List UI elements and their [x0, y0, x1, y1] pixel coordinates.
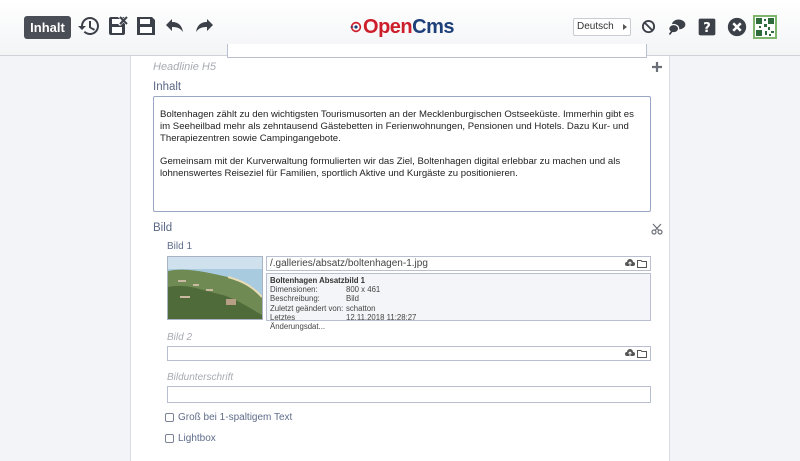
opencms-logo: OpenCms	[350, 13, 454, 41]
bild2-label: Bild 2	[167, 332, 193, 343]
bild-section-label: Bild	[153, 222, 173, 234]
scissors-icon[interactable]	[651, 223, 663, 235]
language-select[interactable]: Deutsch	[573, 18, 631, 36]
coast-aerial-image	[168, 257, 262, 319]
large-text-checkbox-label: Groß bei 1-spaltigem Text	[178, 412, 293, 423]
help-icon[interactable]: ?	[697, 17, 717, 37]
qr-code-icon[interactable]	[753, 15, 777, 39]
previous-field-input[interactable]	[227, 44, 647, 58]
folder-icon[interactable]	[637, 349, 647, 358]
undo-icon[interactable]	[163, 14, 187, 38]
chat-icon[interactable]	[667, 17, 687, 37]
logo-text: OpenCms	[363, 15, 454, 38]
image-info-title: Boltenhagen Absatzbild 1	[270, 276, 366, 285]
upload-cloud-icon[interactable]	[625, 259, 635, 268]
inhalt-textarea[interactable]: Boltenhagen zählt zu den wichtigsten Tou…	[153, 96, 651, 212]
image-thumbnail[interactable]	[167, 256, 263, 320]
prevent-icon[interactable]	[641, 19, 656, 34]
plus-icon[interactable]	[651, 61, 663, 73]
redo-icon[interactable]	[192, 14, 216, 38]
mode-button[interactable]: Inhalt	[24, 16, 71, 39]
paragraph: Gemeinsam mit der Kurverwaltung formulie…	[160, 156, 621, 179]
chevron-right-icon	[623, 24, 627, 30]
content-editor-panel: Headlinie H5 Inhalt Boltenhagen zählt zu…	[130, 44, 670, 461]
large-text-checkbox[interactable]	[165, 413, 174, 422]
upload-cloud-icon[interactable]	[625, 349, 635, 358]
lightbox-checkbox-row[interactable]: Lightbox	[165, 433, 216, 444]
inhalt-label: Inhalt	[153, 81, 182, 93]
folder-icon[interactable]	[637, 259, 647, 268]
language-value: Deutsch	[577, 21, 614, 32]
bild1-label: Bild 1	[167, 241, 193, 252]
large-text-checkbox-row[interactable]: Groß bei 1-spaltigem Text	[165, 412, 292, 423]
info-row: Dimensionen: 800 x 461	[270, 285, 381, 295]
close-icon[interactable]	[727, 17, 747, 37]
svg-text:?: ?	[703, 21, 711, 36]
info-row: Beschreibung: Bild	[270, 294, 360, 304]
caption-label: Bildunterschrift	[167, 372, 234, 383]
bild2-path-input[interactable]	[167, 346, 651, 361]
lightbox-checkbox[interactable]	[165, 434, 174, 443]
info-row: Zuletzt geändert von: schatton	[270, 303, 376, 313]
image-info-box: Boltenhagen Absatzbild 1 Dimensionen: 800…	[266, 273, 651, 331]
headline-label: Headlinie H5	[153, 61, 216, 73]
caption-input[interactable]	[167, 386, 651, 403]
image-path-input[interactable]: /.galleries/absatz/boltenhagen-1.jpg	[266, 256, 651, 271]
info-row: Letztes Änderungsdat... 12.11.2018 11:28:…	[270, 312, 417, 332]
lightbox-checkbox-label: Lightbox	[178, 433, 216, 444]
paragraph: Boltenhagen zählt zu den wichtigsten Tou…	[160, 109, 634, 144]
history-icon[interactable]	[77, 14, 101, 38]
discard-icon[interactable]	[106, 14, 130, 38]
save-icon[interactable]	[134, 14, 158, 38]
image-path-value: /.galleries/absatz/boltenhagen-1.jpg	[270, 258, 428, 269]
logo-mark-icon	[350, 21, 362, 33]
